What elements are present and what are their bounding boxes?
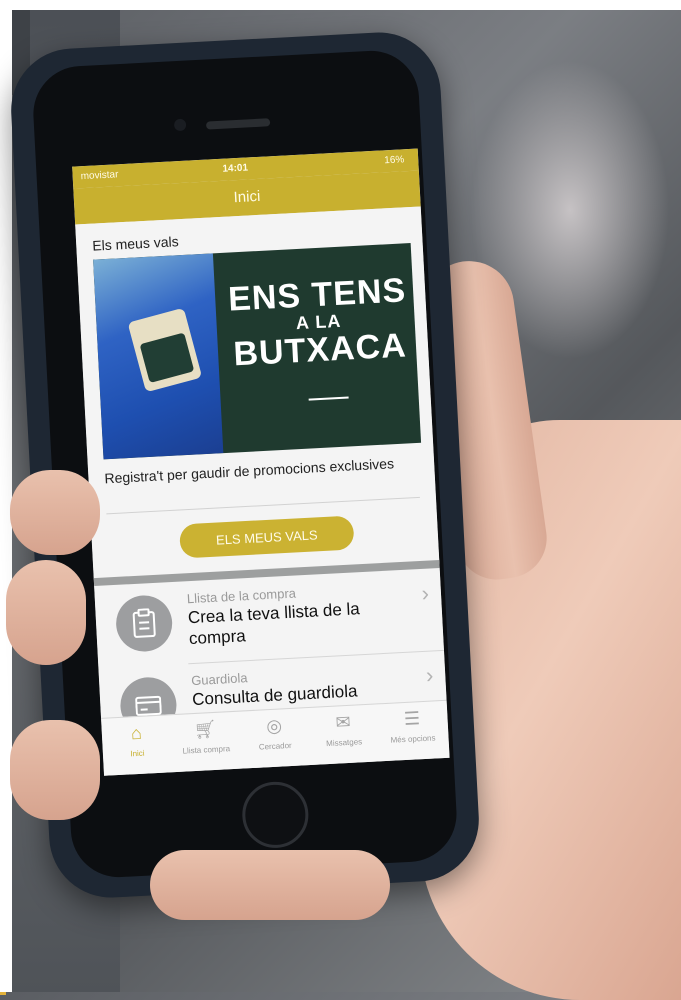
banner-headline: ENS TENS A LA BUTXACA — [226, 273, 410, 372]
tab-more-options[interactable]: ☰ Més opcions — [377, 707, 448, 746]
mail-icon: ✉ — [308, 710, 378, 736]
phone-screen: movistar 14:01 16% Inici Els meus vals E… — [72, 149, 449, 776]
chevron-right-icon: › — [421, 581, 430, 607]
tab-search[interactable]: ◎ Cercador — [239, 714, 310, 753]
menu-icon: ☰ — [377, 707, 447, 733]
my-vouchers-button[interactable]: ELS MEUS VALS — [179, 515, 355, 558]
carrier-label: movistar — [80, 169, 118, 182]
divider — [106, 497, 420, 514]
banner-phone-line-icon — [309, 396, 349, 400]
tab-label: Més opcions — [390, 733, 435, 744]
tab-messages[interactable]: ✉ Missatges — [308, 710, 379, 749]
banner-illustration — [93, 253, 223, 459]
photo-border-top — [0, 0, 681, 10]
clock: 14:01 — [222, 162, 248, 174]
home-content: Els meus vals ENS TENS A LA BUTXACA Regi — [75, 206, 446, 717]
earpiece-speaker — [206, 118, 270, 129]
tab-label: Cercador — [259, 741, 292, 752]
front-camera — [174, 119, 187, 132]
phone-in-pocket-icon — [128, 308, 203, 393]
list-item-shopping-list[interactable]: Llista de la compra Crea la teva llista … — [94, 572, 443, 660]
vals-section-title: Els meus vals — [92, 233, 179, 253]
finger — [6, 560, 86, 665]
finger — [150, 850, 390, 920]
finger — [10, 720, 100, 820]
tab-label: Missatges — [326, 737, 362, 748]
compass-icon: ◎ — [239, 714, 309, 740]
cart-icon: 🛒︎ — [170, 718, 240, 744]
battery-level: 16% — [384, 154, 405, 166]
tab-home[interactable]: ⌂ Inici — [101, 721, 172, 760]
home-button[interactable] — [241, 780, 310, 849]
finger — [10, 470, 100, 555]
photo-border-left — [0, 0, 12, 992]
banner-line-1: ENS TENS — [226, 273, 408, 316]
home-icon: ⌂ — [101, 721, 171, 747]
clipboard-icon — [115, 594, 174, 653]
chevron-right-icon: › — [425, 662, 434, 688]
promo-banner[interactable]: ENS TENS A LA BUTXACA — [93, 243, 421, 459]
tab-label: Inici — [130, 749, 145, 759]
page-title: Inici — [233, 188, 261, 206]
banner-line-3: BUTXACA — [229, 327, 411, 372]
tab-shopping-list[interactable]: 🛒︎ Llista compra — [170, 718, 241, 757]
promo-text: Registra't per gaudir de promocions excl… — [104, 454, 405, 488]
list-item-category: Guardiola — [191, 670, 248, 688]
tab-label: Llista compra — [182, 744, 230, 755]
